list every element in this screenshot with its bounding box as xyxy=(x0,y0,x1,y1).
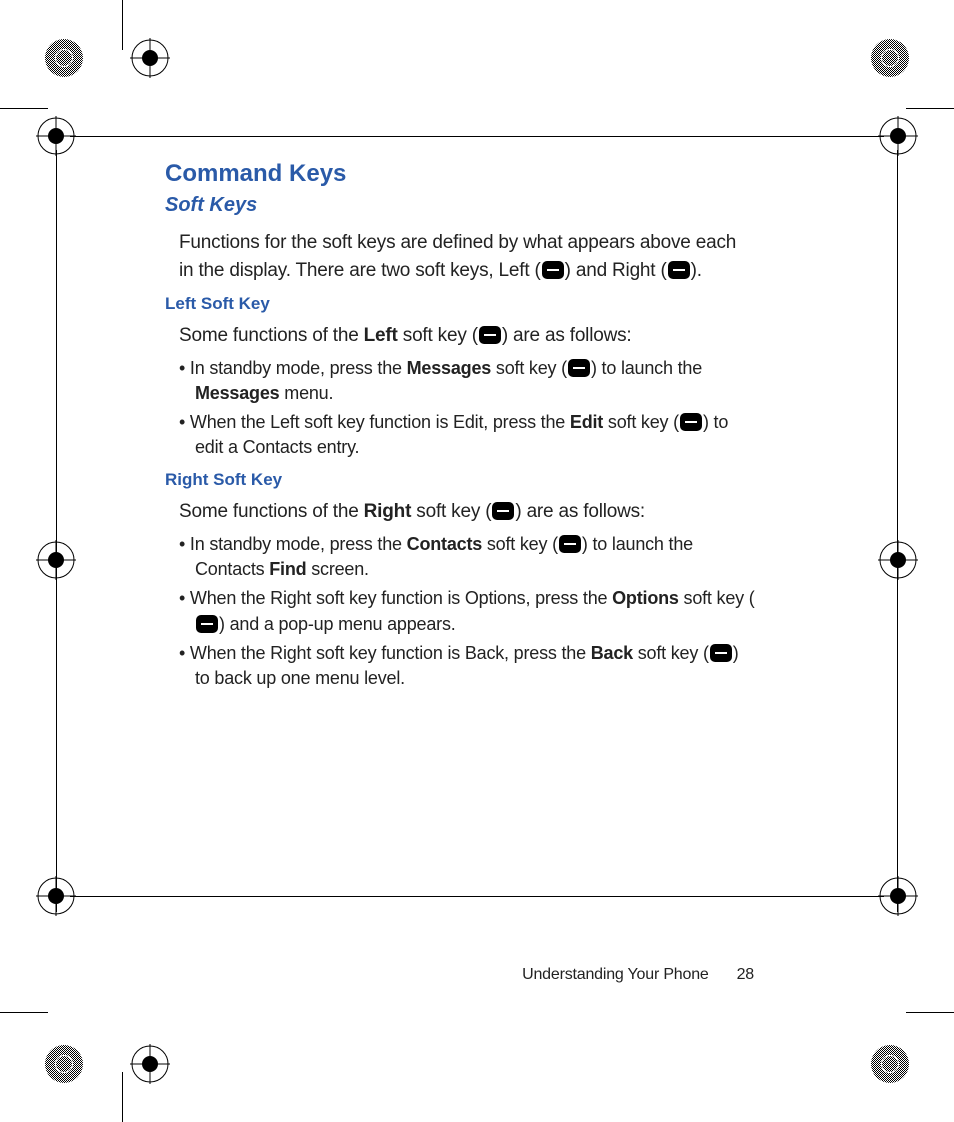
crosshair-marker xyxy=(130,1044,170,1084)
text-bold: Contacts xyxy=(407,534,482,554)
reg-mark-tl xyxy=(44,38,84,78)
crop-line xyxy=(70,136,884,137)
text-bold: Find xyxy=(269,559,306,579)
reg-mark-tr xyxy=(870,38,910,78)
crop-line xyxy=(122,0,123,50)
text: soft key ( xyxy=(491,358,567,378)
text: menu. xyxy=(279,383,333,403)
text-bold: Messages xyxy=(407,358,491,378)
crosshair-marker xyxy=(878,540,918,580)
text: soft key ( xyxy=(482,534,558,554)
soft-key-icon xyxy=(680,413,702,431)
text: ) are as follows: xyxy=(515,501,645,522)
text: Some functions of the xyxy=(179,501,364,522)
crosshair-marker xyxy=(878,876,918,916)
soft-key-icon xyxy=(710,644,732,662)
text: When the Left soft key function is Edit,… xyxy=(190,412,570,432)
text-bold: Edit xyxy=(570,412,603,432)
right-list: In standby mode, press the Contacts soft… xyxy=(179,532,755,691)
text: ) and a pop-up menu appears. xyxy=(219,614,456,634)
page-number: 28 xyxy=(737,966,754,983)
text: In standby mode, press the xyxy=(190,534,407,554)
crop-line xyxy=(56,150,57,912)
soft-key-icon xyxy=(479,326,501,344)
text: When the Right soft key function is Back… xyxy=(190,643,591,663)
intro-paragraph: Functions for the soft keys are defined … xyxy=(179,229,755,284)
crop-line xyxy=(0,1012,48,1013)
page-content: Command Keys Soft Keys Functions for the… xyxy=(165,160,755,695)
text: ) and Right ( xyxy=(565,260,667,281)
text: soft key ( xyxy=(398,325,478,346)
soft-key-icon xyxy=(492,502,514,520)
text-bold: Right xyxy=(364,501,412,522)
text: Some functions of the xyxy=(179,325,364,346)
text: soft key ( xyxy=(633,643,709,663)
soft-key-icon xyxy=(668,261,690,279)
crop-line xyxy=(906,108,954,109)
text: in the display. There are two soft keys,… xyxy=(179,260,541,281)
crop-line xyxy=(70,896,884,897)
text-bold: Options xyxy=(612,588,679,608)
heading-left-soft-key: Left Soft Key xyxy=(165,294,755,314)
list-item: When the Right soft key function is Back… xyxy=(179,641,755,691)
list-item: When the Right soft key function is Opti… xyxy=(179,586,755,636)
heading-right-soft-key: Right Soft Key xyxy=(165,470,755,490)
left-intro: Some functions of the Left soft key ( ) a… xyxy=(179,322,755,350)
right-intro: Some functions of the Right soft key ( ) … xyxy=(179,498,755,526)
soft-key-icon xyxy=(196,615,218,633)
crosshair-marker xyxy=(878,116,918,156)
crosshair-marker xyxy=(130,38,170,78)
text: In standby mode, press the xyxy=(190,358,407,378)
list-item: In standby mode, press the Contacts soft… xyxy=(179,532,755,582)
text: screen. xyxy=(306,559,368,579)
reg-mark-bl xyxy=(44,1044,84,1084)
text: ) to launch the xyxy=(591,358,702,378)
text: ) are as follows: xyxy=(502,325,632,346)
text-bold: Messages xyxy=(195,383,279,403)
list-item: In standby mode, press the Messages soft… xyxy=(179,356,755,406)
text-bold: Left xyxy=(364,325,398,346)
text: When the Right soft key function is Opti… xyxy=(190,588,612,608)
heading-soft-keys: Soft Keys xyxy=(165,194,755,217)
text: soft key ( xyxy=(679,588,755,608)
left-list: In standby mode, press the Messages soft… xyxy=(179,356,755,461)
text: ). xyxy=(691,260,702,281)
crop-line xyxy=(0,108,48,109)
soft-key-icon xyxy=(542,261,564,279)
soft-key-icon xyxy=(568,359,590,377)
text: soft key ( xyxy=(411,501,491,522)
text-bold: Back xyxy=(591,643,633,663)
text: soft key ( xyxy=(603,412,679,432)
crop-line xyxy=(906,1012,954,1013)
page-footer: Understanding Your Phone 28 xyxy=(522,966,754,984)
crop-line xyxy=(122,1072,123,1122)
crop-line xyxy=(897,150,898,912)
list-item: When the Left soft key function is Edit,… xyxy=(179,410,755,460)
soft-key-icon xyxy=(559,535,581,553)
reg-mark-br xyxy=(870,1044,910,1084)
text: Functions for the soft keys are defined … xyxy=(179,232,736,253)
footer-section: Understanding Your Phone xyxy=(522,966,708,983)
heading-command-keys: Command Keys xyxy=(165,160,755,188)
